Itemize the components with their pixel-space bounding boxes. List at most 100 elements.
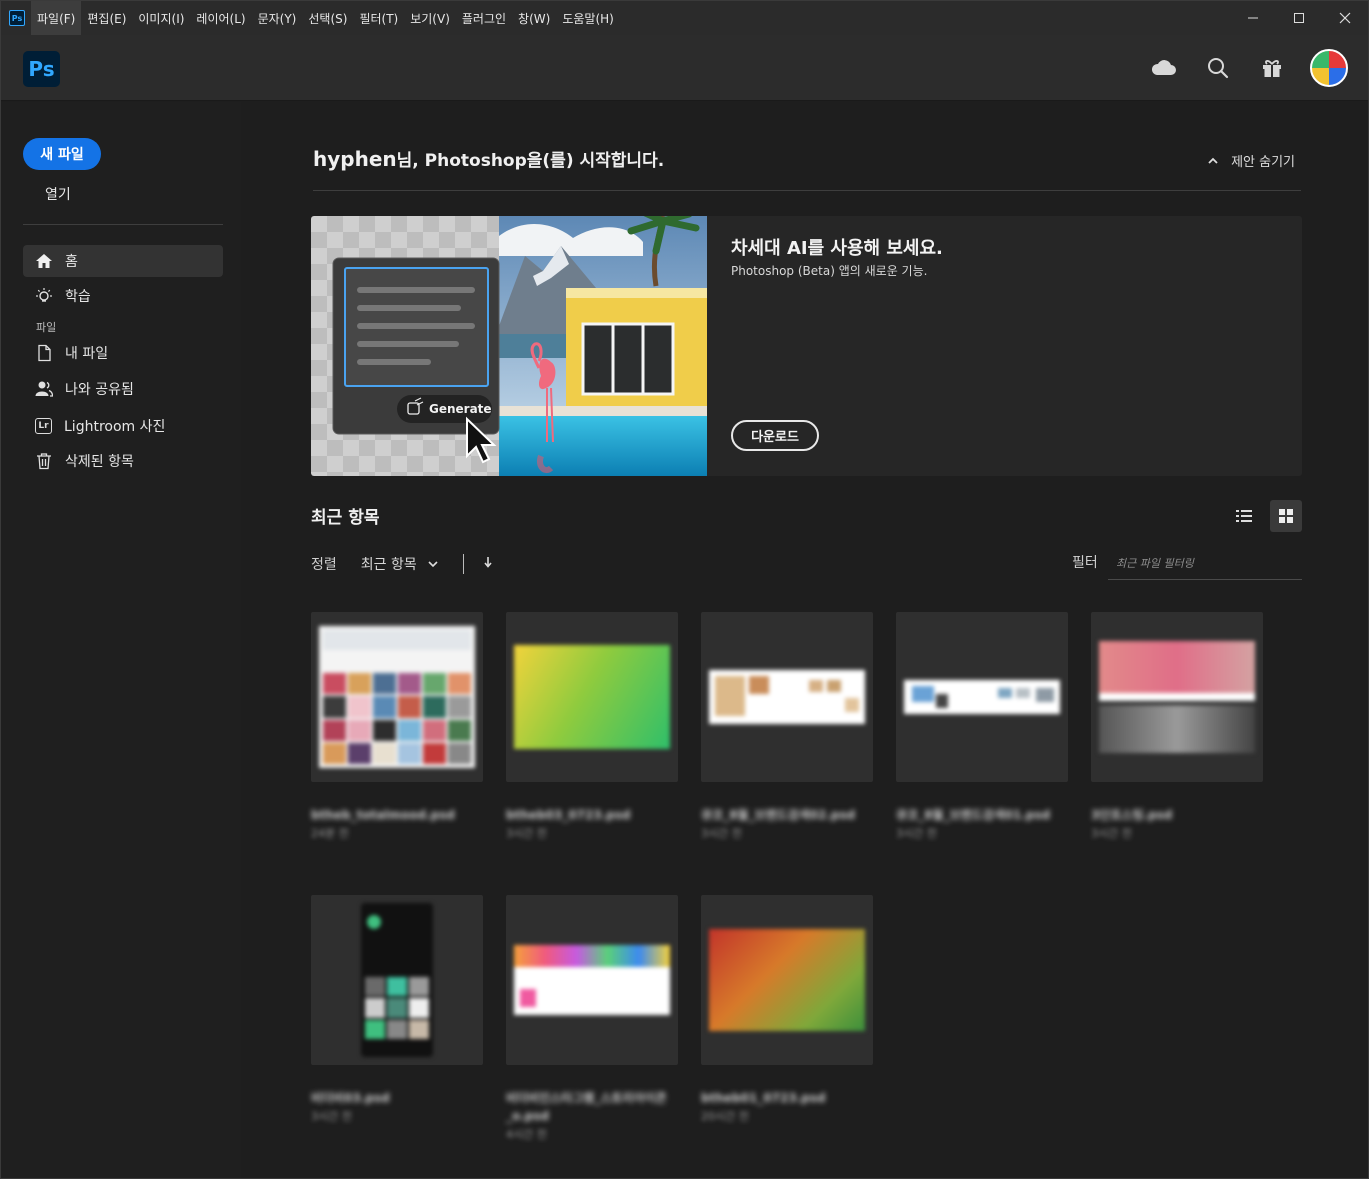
trash-icon bbox=[35, 452, 53, 470]
hide-suggestions-button[interactable]: 제안 숨기기 bbox=[1207, 151, 1295, 170]
minimize-button[interactable] bbox=[1230, 1, 1276, 35]
file-name: 큐코_8월_브랜드검색02.psd bbox=[701, 808, 856, 822]
file-thumbnail bbox=[1091, 612, 1263, 782]
maximize-icon bbox=[1294, 13, 1304, 23]
search-button[interactable] bbox=[1202, 50, 1234, 86]
file-thumbnail bbox=[701, 895, 873, 1065]
file-time: 3시간 전 bbox=[1091, 827, 1132, 840]
file-name: 비더비03.psd bbox=[311, 1091, 390, 1105]
generate-label: Generate bbox=[429, 402, 492, 416]
photoshop-small-icon: Ps bbox=[9, 10, 25, 26]
view-toggle bbox=[1228, 500, 1302, 532]
photoshop-logo[interactable]: Ps bbox=[23, 51, 60, 87]
hide-suggestions-label: 제안 숨기기 bbox=[1231, 155, 1295, 170]
list-view-button[interactable] bbox=[1228, 500, 1260, 532]
sidebar-item-shared[interactable]: 나와 공유됨 bbox=[23, 373, 223, 405]
recent-file-card[interactable]: 3단포스팅.psd 3시간 전 bbox=[1091, 612, 1263, 842]
sidebar: 새 파일 열기 홈 학습 파일 내 파일 나와 공유됨 Lr Lightroom… bbox=[1, 102, 241, 1178]
cloud-button[interactable] bbox=[1148, 50, 1180, 86]
recent-file-card[interactable]: 큐코_8월_브랜드검색01.psd 3시간 전 bbox=[896, 612, 1068, 842]
lightbulb-icon bbox=[35, 287, 53, 305]
open-button[interactable]: 열기 bbox=[45, 184, 71, 204]
close-button[interactable] bbox=[1322, 1, 1368, 35]
recent-file-card[interactable]: 비더비인스타그램_스토리아이콘_o.psd 4시간 전 bbox=[506, 895, 678, 1143]
file-time: 4시간 전 bbox=[506, 1128, 547, 1141]
menu-bar: 파일(F) 편집(E) 이미지(I) 레이어(L) 문자(Y) 선택(S) 필터… bbox=[31, 1, 620, 35]
recent-file-card[interactable]: btheb03_0723.psd 3시간 전 bbox=[506, 612, 678, 842]
document-icon bbox=[35, 344, 53, 362]
grid-view-button[interactable] bbox=[1270, 500, 1302, 532]
sort-label: 정렬 bbox=[311, 557, 337, 573]
recent-title: 최근 항목 bbox=[311, 508, 380, 528]
sort-direction-button[interactable] bbox=[482, 555, 494, 573]
file-thumbnail bbox=[896, 612, 1068, 782]
promo-subtitle: Photoshop (Beta) 앱의 새로운 기능. bbox=[731, 264, 928, 278]
main-divider bbox=[313, 190, 1301, 191]
avatar[interactable] bbox=[1310, 49, 1348, 87]
gift-icon bbox=[1263, 60, 1281, 77]
file-thumbnail bbox=[506, 895, 678, 1065]
file-time: 3시간 전 bbox=[701, 827, 742, 840]
sidebar-divider bbox=[23, 224, 223, 225]
chevron-down-icon bbox=[428, 561, 438, 568]
file-thumbnail bbox=[311, 895, 483, 1065]
filter-input[interactable] bbox=[1108, 548, 1302, 580]
menu-file[interactable]: 파일(F) bbox=[31, 1, 82, 35]
menu-view[interactable]: 보기(V) bbox=[404, 1, 456, 35]
sidebar-item-learn[interactable]: 학습 bbox=[23, 280, 223, 312]
filter-label: 필터 bbox=[1072, 555, 1098, 571]
promo-illustration bbox=[332, 216, 707, 476]
file-time: 3시간 전 bbox=[896, 827, 937, 840]
app-header: Ps bbox=[1, 35, 1368, 101]
download-button[interactable]: 다운로드 bbox=[731, 420, 819, 451]
recent-file-card[interactable]: btheb_totalmood.psd 24분 전 bbox=[311, 612, 483, 842]
greeting: hyphen 님, Photoshop을(를) 시작합니다. bbox=[313, 146, 664, 171]
sidebar-item-label: 삭제된 항목 bbox=[65, 454, 134, 470]
arrow-down-icon bbox=[484, 557, 492, 568]
menu-layer[interactable]: 레이어(L) bbox=[190, 1, 251, 35]
file-thumbnail bbox=[506, 612, 678, 782]
list-view-icon bbox=[1236, 510, 1252, 522]
menu-type[interactable]: 문자(Y) bbox=[252, 1, 303, 35]
sidebar-item-my-files[interactable]: 내 파일 bbox=[23, 337, 223, 369]
maximize-button[interactable] bbox=[1276, 1, 1322, 35]
sort-dropdown[interactable]: 최근 항목 bbox=[361, 554, 439, 574]
menu-image[interactable]: 이미지(I) bbox=[132, 1, 190, 35]
file-time: 24분 전 bbox=[311, 827, 349, 840]
menu-plugins[interactable]: 플러그인 bbox=[456, 1, 512, 35]
promo-title: 차세대 AI를 사용해 보세요. bbox=[731, 238, 943, 259]
promo-card: Generate 차세대 AI를 사용해 보세요. Photoshop (Bet… bbox=[311, 216, 1302, 476]
file-name: btheb03_0723.psd bbox=[506, 808, 631, 822]
sort-value: 최근 항목 bbox=[360, 557, 417, 573]
gift-button[interactable] bbox=[1256, 50, 1288, 86]
sidebar-item-label: 학습 bbox=[65, 289, 91, 305]
new-file-button[interactable]: 새 파일 bbox=[23, 138, 101, 170]
menu-help[interactable]: 도움말(H) bbox=[556, 1, 620, 35]
file-name: 3단포스팅.psd bbox=[1091, 808, 1173, 822]
menu-select[interactable]: 선택(S) bbox=[302, 1, 353, 35]
file-time: 3시간 전 bbox=[311, 1110, 352, 1123]
promo-image: Generate bbox=[311, 216, 707, 476]
title-menu-bar: Ps 파일(F) 편집(E) 이미지(I) 레이어(L) 문자(Y) 선택(S)… bbox=[1, 1, 1368, 35]
sort-row: 정렬 최근 항목 bbox=[311, 552, 494, 576]
header-actions bbox=[1148, 49, 1348, 87]
sidebar-item-label: 내 파일 bbox=[65, 346, 109, 362]
sidebar-item-lightroom[interactable]: Lr Lightroom 사진 bbox=[23, 410, 223, 442]
menu-filter[interactable]: 필터(T) bbox=[353, 1, 404, 35]
menu-window[interactable]: 창(W) bbox=[512, 1, 556, 35]
cloud-icon bbox=[1151, 60, 1176, 75]
shared-user-icon bbox=[35, 380, 53, 398]
file-thumbnail bbox=[311, 612, 483, 782]
sidebar-item-home[interactable]: 홈 bbox=[23, 245, 223, 277]
sidebar-item-label: Lightroom 사진 bbox=[64, 419, 166, 435]
sidebar-section-files: 파일 bbox=[36, 321, 57, 334]
recent-file-card[interactable]: 비더비03.psd 3시간 전 bbox=[311, 895, 483, 1125]
sidebar-item-label: 나와 공유됨 bbox=[65, 382, 134, 398]
sidebar-item-deleted[interactable]: 삭제된 항목 bbox=[23, 445, 223, 477]
recent-file-card[interactable]: btheb01_0723.psd 20시간 전 bbox=[701, 895, 873, 1125]
sidebar-item-label: 홈 bbox=[65, 254, 78, 270]
menu-edit[interactable]: 편집(E) bbox=[81, 1, 132, 35]
file-name: btheb_totalmood.psd bbox=[311, 808, 455, 822]
recent-file-card[interactable]: 큐코_8월_브랜드검색02.psd 3시간 전 bbox=[701, 612, 873, 842]
file-name: btheb01_0723.psd bbox=[701, 1091, 826, 1105]
